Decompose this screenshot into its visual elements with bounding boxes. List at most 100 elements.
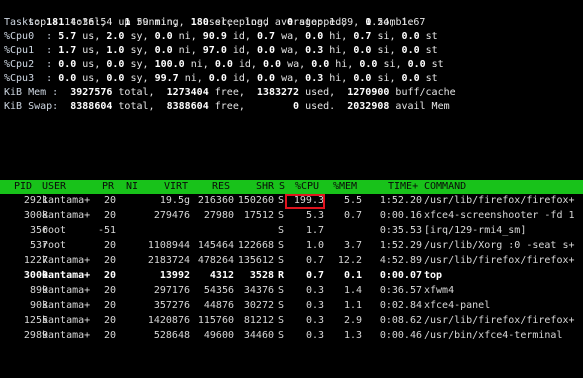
mem-cache: 1270900 [347,87,390,98]
cpu-label: %Cpu2 : [4,59,53,70]
header-command[interactable]: COMMAND [424,180,466,194]
cpu-sy-value: 1.0 [106,45,125,56]
cell-cpu: 5.3 [305,210,324,221]
cpu-st-unit: st [419,73,438,84]
terminal-window[interactable]: top - 14:36:54 up 59 min, 1 user, load a… [0,0,583,378]
cpu-hi-unit: hi, [323,45,348,56]
table-row[interactable]: 3000 kantama+ 20 13992 4312 3528 R 0.7 0.1 0:00.0… [0,269,583,283]
swap-total: 8388604 [70,101,113,112]
cpu-st-value: 0.0 [407,59,426,70]
cell-s: S [278,330,285,341]
cpu-wa-value: 0.0 [256,73,276,84]
header-pid[interactable]: PID [14,180,32,194]
cell-s: S [278,315,285,326]
header-cpu[interactable]: %CPU [295,180,319,194]
cpu1-line: %Cpu1 : 1.7 us, 1.0 sy, 0.0 ni, 97.0 id,… [4,44,438,58]
header-pr[interactable]: PR [102,180,114,194]
cell-time: 1:52.20 [379,195,422,206]
cpu-hi-value: 0.3 [305,45,324,56]
cpu-si-unit: si, [371,31,396,42]
cell-time: 0:00.07 [379,270,422,281]
tasks-stopped: 0 [287,17,294,28]
cpu-id-unit: id, [226,45,251,56]
swap-avail-label: avail Mem [395,101,450,112]
tasks-zombie-label: zombie [377,17,414,28]
cpu-ni-value: 100.0 [154,59,185,70]
cell-s: S [278,300,285,311]
cell-res: 54356 [203,285,234,296]
cell-mem: 1.3 [343,330,362,341]
header-mem[interactable]: %MEM [333,180,357,194]
header-res[interactable]: RES [212,180,230,194]
table-row[interactable]: 2989 kantama+ 20 528648 49600 34460 S 0.3 1.3 0:0… [0,329,583,343]
table-row[interactable]: 903 kantama+ 20 357276 44876 30272 S 0.3 1.1 0:02… [0,299,583,313]
cell-res: 115760 [197,315,234,326]
table-row[interactable]: 1255 kantama+ 20 1420876 115760 81212 S 0.3 2.9 0… [0,314,583,328]
swap-used: 0 [293,101,300,112]
header-ni[interactable]: NI [126,180,138,194]
cell-pr: 20 [103,270,116,281]
tasks-sleeping-label: sleeping, [214,17,269,28]
cell-s: S [278,255,285,266]
cell-virt: 297176 [153,285,190,296]
mem-free: 1273404 [166,87,209,98]
cpu-st-value: 0.0 [401,31,420,42]
cell-pr: 20 [103,330,116,341]
table-row[interactable]: 1227 kantama+ 20 2183724 478264 135612 S 0.7 12.… [0,254,583,268]
cpu-sy-value: 0.0 [106,73,125,84]
cell-mem: 2.9 [343,315,362,326]
cpu-hi-value: 0.0 [311,59,330,70]
table-row[interactable]: 537 root 20 1108944 145464 122668 S 1.0 3.7 1:52.… [0,239,583,253]
cell-time: 0:36.57 [379,285,422,296]
cell-cpu: 0.3 [305,300,324,311]
cell-shr: 34460 [243,330,274,341]
cell-user: kantama+ [42,330,91,341]
cell-res: 4312 [209,270,234,281]
cell-pr: 20 [103,240,116,251]
header-user[interactable]: USER [42,180,66,194]
tasks-line: Tasks: 181 total, 1 running, 180 sleepin… [4,16,414,30]
cell-virt: 19.5g [159,195,190,206]
swap-label: KiB Swap: [4,101,59,112]
table-row[interactable]: 3008 kantama+ 20 279476 27980 17512 S 5.3 0.7 0:0… [0,209,583,223]
cell-time: 0:00.16 [379,210,422,221]
tasks-stopped-label: stopped, [299,17,348,28]
cell-res: 216360 [197,195,234,206]
cell-shr: 34376 [243,285,274,296]
table-row[interactable]: 899 kantama+ 20 297176 54356 34376 S 0.3 1.4 0:36… [0,284,583,298]
tasks-label: Tasks: [4,17,41,28]
cell-cmd: [irq/129-rmi4_sm] [424,225,527,236]
cpu-si-unit: si, [377,59,402,70]
cell-res: 478264 [197,255,234,266]
cpu-id-value: 90.9 [202,31,227,42]
table-row[interactable]: 356 root -51 S 1.7 0:35.53 [irq/129-rmi4_sm] [0,224,583,238]
cpu-ni-value: 0.0 [154,31,173,42]
header-shr[interactable]: SHR [256,180,274,194]
cell-cmd: xfce4-panel [424,300,491,311]
cell-user: kantama+ [42,300,91,311]
cell-shr: 81212 [243,315,274,326]
cell-user: root [42,240,67,251]
cpu-hi-value: 0.0 [305,31,324,42]
header-virt[interactable]: VIRT [164,180,188,194]
cell-cmd: xfwm4 [424,285,455,296]
cell-cmd: xfce4-screenshooter -fd 1 [424,210,575,221]
cell-virt: 357276 [153,300,190,311]
header-s[interactable]: S [279,180,285,194]
tasks-sleeping: 180 [190,17,209,28]
mem-total: 3927576 [70,87,113,98]
header-time[interactable]: TIME+ [388,180,418,194]
cell-cmd: /usr/lib/Xorg :0 -seat s+ [424,240,575,251]
cpu-sy-value: 2.0 [106,31,125,42]
cell-user: kantama+ [42,255,91,266]
cell-cmd: /usr/lib/firefox/firefox+ [424,195,575,206]
swap-avail: 2032908 [347,101,390,112]
cell-s: S [278,225,285,236]
cell-time: 0:00.46 [379,330,422,341]
cell-mem: 0.7 [343,210,362,221]
mem-line: KiB Mem : 3927576 total, 1273404 free, 1… [4,87,456,98]
cpu-id-value: 97.0 [202,45,227,56]
cpu-sy-unit: sy, [124,31,149,42]
cell-shr: 3528 [249,270,274,281]
tasks-zombie: 0 [365,17,372,28]
